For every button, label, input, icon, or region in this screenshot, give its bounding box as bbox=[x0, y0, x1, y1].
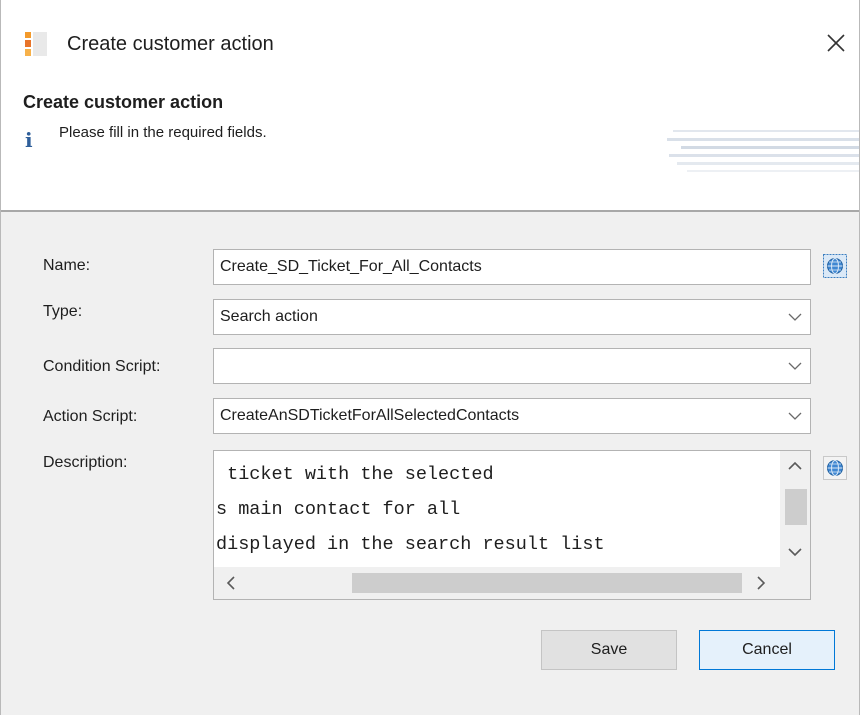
dialog-header: Create customer action i Please fill in … bbox=[1, 86, 859, 210]
vertical-scrollbar[interactable] bbox=[780, 451, 810, 567]
globe-icon[interactable] bbox=[823, 254, 847, 278]
horizontal-scrollbar[interactable] bbox=[214, 567, 780, 599]
description-line: s main contact for all bbox=[216, 499, 461, 520]
cancel-button[interactable]: Cancel bbox=[699, 630, 835, 670]
name-input[interactable]: Create_SD_Ticket_For_All_Contacts bbox=[213, 249, 811, 285]
vertical-scroll-thumb[interactable] bbox=[785, 489, 807, 525]
chevron-down-icon bbox=[788, 313, 802, 321]
chevron-down-icon bbox=[788, 362, 802, 370]
globe-icon[interactable] bbox=[823, 456, 847, 480]
action-script-label: Action Script: bbox=[43, 408, 138, 425]
application-logo-icon bbox=[25, 32, 47, 56]
close-icon[interactable] bbox=[819, 26, 853, 60]
scroll-left-icon[interactable] bbox=[226, 576, 236, 590]
info-icon: i bbox=[25, 128, 33, 152]
save-button[interactable]: Save bbox=[541, 630, 677, 670]
description-text[interactable]: ticket with the selected s main contact f… bbox=[216, 457, 782, 569]
scroll-down-icon[interactable] bbox=[788, 547, 802, 557]
scroll-up-icon[interactable] bbox=[788, 461, 802, 471]
create-customer-action-dialog: Create customer action Create customer a… bbox=[0, 0, 860, 715]
action-script-select-value: CreateAnSDTicketForAllSelectedContacts bbox=[220, 407, 520, 424]
condition-script-select[interactable] bbox=[213, 348, 811, 384]
banner-decoration bbox=[667, 130, 859, 172]
header-message: Please fill in the required fields. bbox=[59, 124, 267, 141]
scroll-right-icon[interactable] bbox=[756, 576, 766, 590]
type-select-value: Search action bbox=[220, 308, 318, 325]
window-title: Create customer action bbox=[67, 33, 274, 55]
header-title: Create customer action bbox=[23, 92, 224, 112]
type-select[interactable]: Search action bbox=[213, 299, 811, 335]
horizontal-scroll-thumb[interactable] bbox=[352, 573, 742, 593]
description-line: displayed in the search result list bbox=[216, 534, 605, 555]
action-script-select[interactable]: CreateAnSDTicketForAllSelectedContacts bbox=[213, 398, 811, 434]
description-line: ticket with the selected bbox=[216, 464, 494, 485]
title-bar: Create customer action bbox=[1, 0, 859, 86]
description-label: Description: bbox=[43, 454, 128, 471]
condition-script-label: Condition Script: bbox=[43, 358, 161, 375]
description-textarea[interactable]: ticket with the selected s main contact f… bbox=[213, 450, 811, 600]
chevron-down-icon bbox=[788, 412, 802, 420]
scrollbar-corner bbox=[780, 567, 810, 599]
name-label: Name: bbox=[43, 257, 91, 274]
type-label: Type: bbox=[43, 303, 83, 320]
